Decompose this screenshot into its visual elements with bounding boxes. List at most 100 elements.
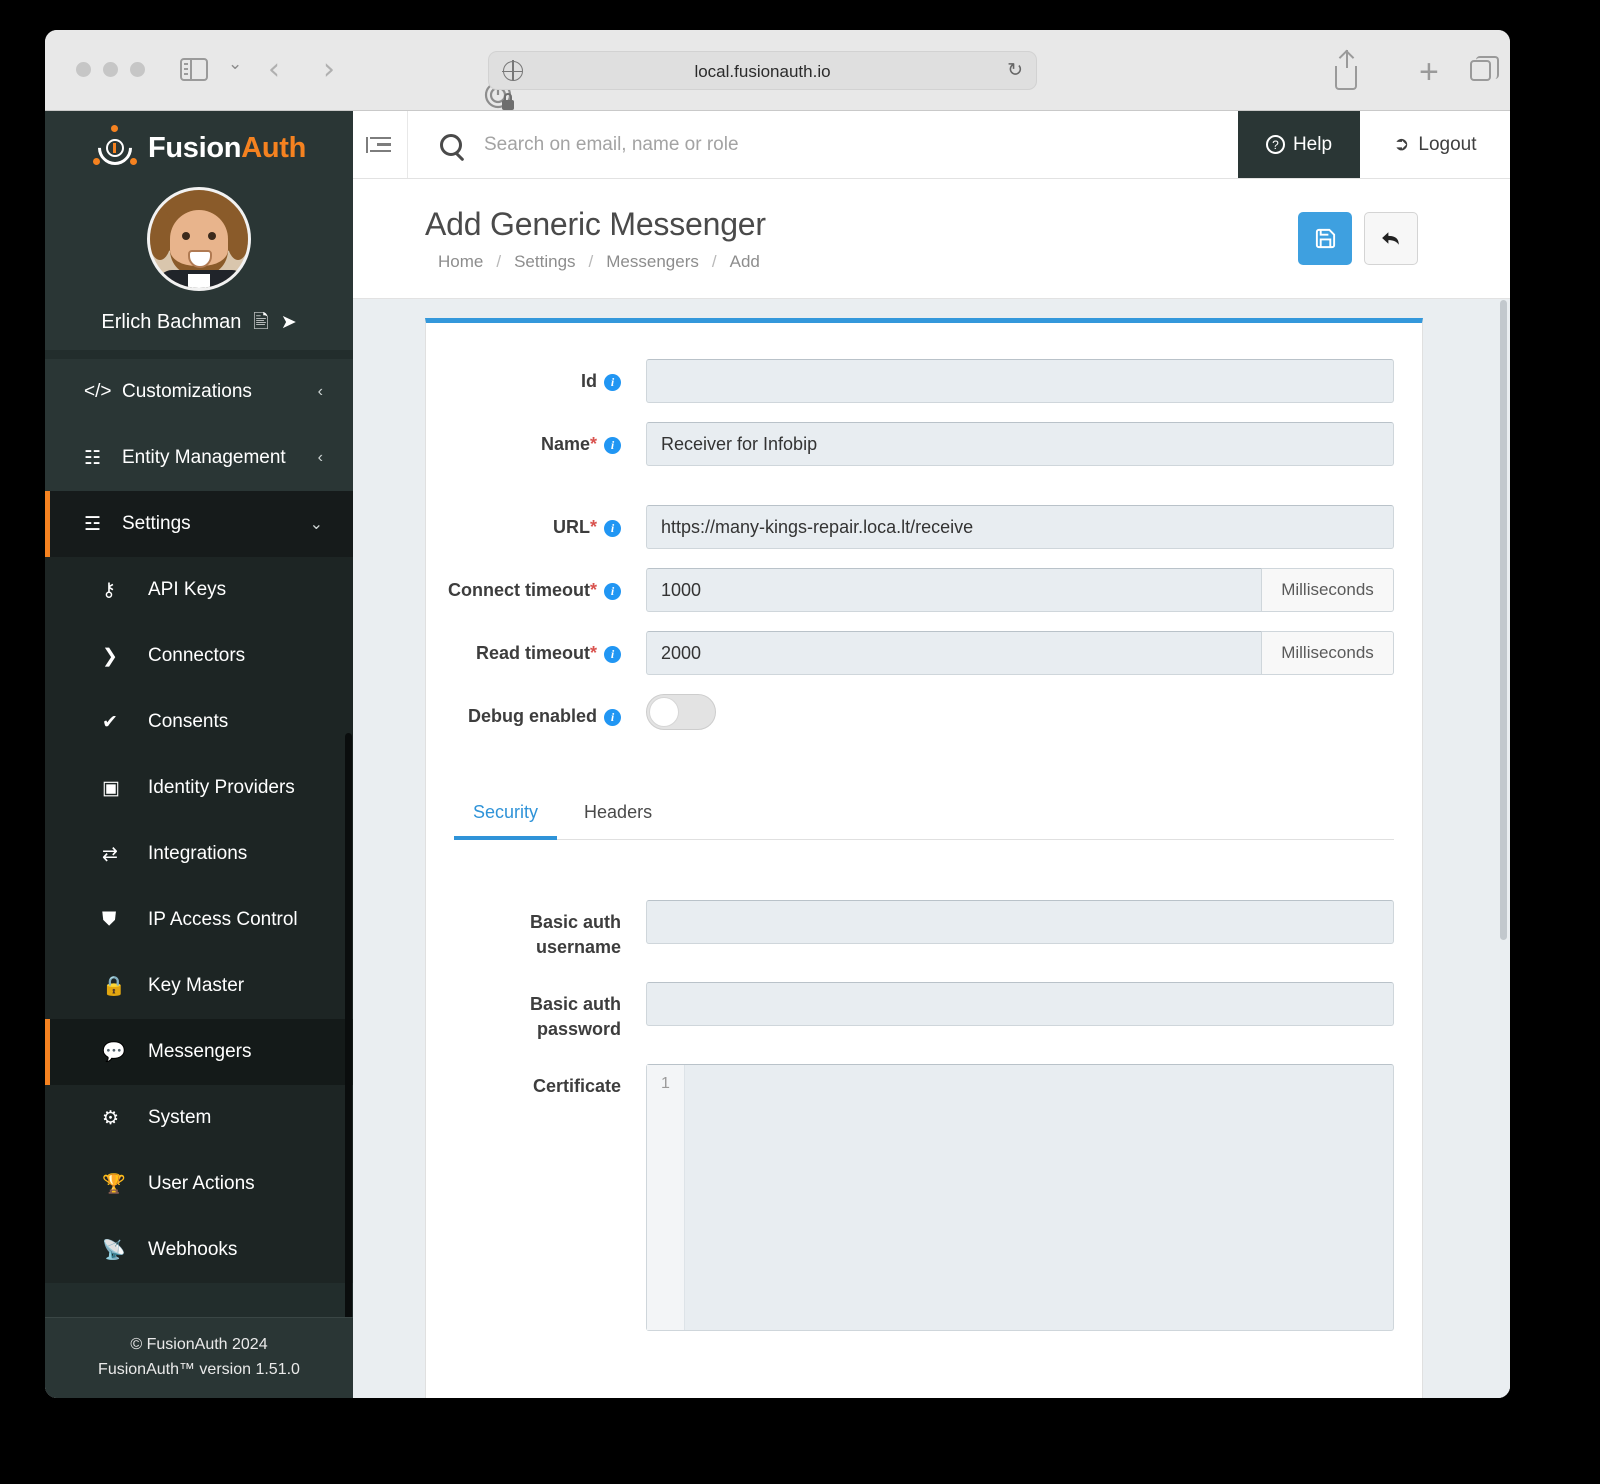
sidebar-item-connectors[interactable]: ❯ Connectors: [45, 623, 353, 689]
main-content: ? Help ➲ Logout Add Generic Messenger Ho…: [353, 111, 1510, 1398]
tab-security[interactable]: Security: [454, 788, 558, 840]
code-icon: </>: [84, 381, 112, 402]
info-icon[interactable]: i: [604, 583, 621, 600]
content-scrollbar[interactable]: [1500, 300, 1507, 940]
certificate-editor[interactable]: 1: [646, 1064, 1394, 1331]
debug-enabled-toggle[interactable]: [646, 694, 716, 730]
required-marker: *: [589, 643, 597, 663]
sidebar-scrollbar-thumb[interactable]: [345, 733, 352, 1395]
chat-icon: 💬: [102, 1042, 126, 1063]
share-icon[interactable]: [1335, 50, 1357, 90]
basic-auth-password-input[interactable]: [646, 982, 1394, 1026]
required-marker: *: [589, 580, 597, 600]
application-area: FusionAuth Erlich Bachman 🖹 ➤ </> Custom…: [45, 111, 1510, 1398]
field-row-read-timeout: Read timeout* i Milliseconds: [426, 631, 1422, 675]
back-navigation-icon[interactable]: ‹: [268, 54, 280, 86]
breadcrumb-item-settings[interactable]: Settings: [514, 252, 575, 272]
name-input[interactable]: [646, 422, 1394, 466]
page-actions: [1298, 212, 1418, 265]
sidebar-item-label: Consents: [148, 711, 229, 732]
search-input[interactable]: [484, 133, 1238, 156]
info-icon[interactable]: i: [604, 437, 621, 454]
label-text: URL: [552, 517, 590, 537]
sidebar-toggle-icon[interactable]: [180, 58, 208, 81]
sidebar-group-label: Customizations: [122, 381, 252, 402]
label-text-line2: username: [535, 937, 621, 957]
breadcrumb-item-messengers[interactable]: Messengers: [606, 252, 699, 272]
sidebar-item-key-master[interactable]: 🔒 Key Master: [45, 953, 353, 1019]
sidebar-item-messengers[interactable]: 💬 Messengers: [45, 1019, 353, 1085]
help-button[interactable]: ? Help: [1238, 111, 1360, 178]
field-label-debug-enabled: Debug enabled i: [426, 694, 621, 729]
user-card-icon[interactable]: 🖹: [253, 313, 268, 332]
version-text: FusionAuth™ version 1.51.0: [98, 1361, 300, 1378]
search-bar[interactable]: [408, 111, 1238, 178]
forward-navigation-icon[interactable]: ›: [323, 54, 335, 86]
read-timeout-input[interactable]: [646, 631, 1262, 675]
tab-headers[interactable]: Headers: [565, 788, 671, 840]
connect-timeout-input[interactable]: [646, 568, 1262, 612]
info-icon[interactable]: i: [604, 520, 621, 537]
logout-button[interactable]: ➲ Logout: [1360, 111, 1510, 178]
back-button[interactable]: [1364, 212, 1418, 265]
url-text: local.fusionauth.io: [694, 62, 831, 81]
label-text: Id: [581, 371, 597, 391]
field-label-basic-auth-password: Basic auth password: [426, 982, 621, 1042]
sidebar-item-consents[interactable]: ✔ Consents: [45, 689, 353, 755]
check-icon: ✔: [102, 711, 118, 733]
sidebar-item-identity-providers[interactable]: ▣ Identity Providers: [45, 755, 353, 821]
content-scroll-area: Id i Name* i Receiver for Infobip URL* i…: [353, 300, 1510, 1398]
certificate-textarea[interactable]: [685, 1065, 1393, 1330]
close-window-button[interactable]: [76, 62, 91, 77]
search-icon: [440, 133, 462, 156]
basic-auth-username-input[interactable]: [646, 900, 1394, 944]
maximize-window-button[interactable]: [130, 62, 145, 77]
help-button-label: Help: [1292, 133, 1333, 155]
sidebar-group-entity-management[interactable]: ☷ Entity Management ‹: [45, 425, 353, 491]
field-label-name: Name* i: [426, 422, 621, 457]
reload-icon[interactable]: ↻: [1007, 61, 1023, 81]
id-badge-icon: ▣: [102, 777, 120, 799]
impersonate-icon[interactable]: ➤: [281, 313, 297, 332]
top-bar: ? Help ➲ Logout: [353, 111, 1510, 179]
field-label-certificate: Certificate: [426, 1064, 621, 1099]
sliders-icon: ☲: [84, 513, 102, 535]
app-logo[interactable]: FusionAuth: [45, 123, 353, 173]
sidebar-item-integrations[interactable]: ⇄ Integrations: [45, 821, 353, 887]
sidebar-group-customizations[interactable]: </> Customizations ‹: [45, 359, 353, 425]
field-row-connect-timeout: Connect timeout* i Milliseconds: [426, 568, 1422, 612]
sidebar: FusionAuth Erlich Bachman 🖹 ➤ </> Custom…: [45, 111, 353, 1398]
chevron-down-icon[interactable]: ⌄: [228, 54, 242, 74]
url-input[interactable]: [646, 505, 1394, 549]
chevron-right-icon: ❯: [102, 645, 118, 667]
sidebar-item-user-actions[interactable]: 🏆 User Actions: [45, 1151, 353, 1217]
sidebar-item-api-keys[interactable]: ⚷ API Keys: [45, 557, 353, 623]
sidebar-item-ip-access-control[interactable]: ⛊ IP Access Control: [45, 887, 353, 953]
chevron-left-icon: ‹: [317, 383, 323, 400]
collapse-sidebar-icon[interactable]: [353, 111, 408, 178]
field-label-url: URL* i: [426, 505, 621, 540]
shield-icon: ⛊: [102, 909, 117, 930]
form-tabs: Security Headers: [454, 788, 1394, 840]
id-input[interactable]: [646, 359, 1394, 403]
sidebar-item-label: System: [148, 1107, 212, 1128]
sidebar-item-label: Connectors: [148, 645, 246, 666]
sidebar-item-system[interactable]: ⚙ System: [45, 1085, 353, 1151]
sidebar-scrollbar[interactable]: [344, 501, 353, 1398]
sidebar-group-label: Settings: [122, 513, 191, 534]
info-icon[interactable]: i: [604, 709, 621, 726]
new-tab-icon[interactable]: +: [1419, 55, 1439, 89]
minimize-window-button[interactable]: [103, 62, 118, 77]
field-row-basic-auth-password: Basic auth password: [426, 982, 1422, 1042]
breadcrumb-item-home[interactable]: Home: [438, 252, 483, 272]
field-row-debug-enabled: Debug enabled i: [426, 694, 1422, 730]
info-icon[interactable]: i: [604, 374, 621, 391]
breadcrumb-separator: /: [711, 252, 717, 271]
tabs-overview-icon[interactable]: [1470, 56, 1499, 81]
address-bar[interactable]: local.fusionauth.io ↻: [488, 51, 1037, 90]
avatar[interactable]: [147, 187, 251, 291]
sidebar-item-webhooks[interactable]: 📡 Webhooks: [45, 1217, 353, 1283]
sidebar-group-settings[interactable]: ☲ Settings ⌄: [45, 491, 353, 557]
info-icon[interactable]: i: [604, 646, 621, 663]
save-button[interactable]: [1298, 212, 1352, 265]
